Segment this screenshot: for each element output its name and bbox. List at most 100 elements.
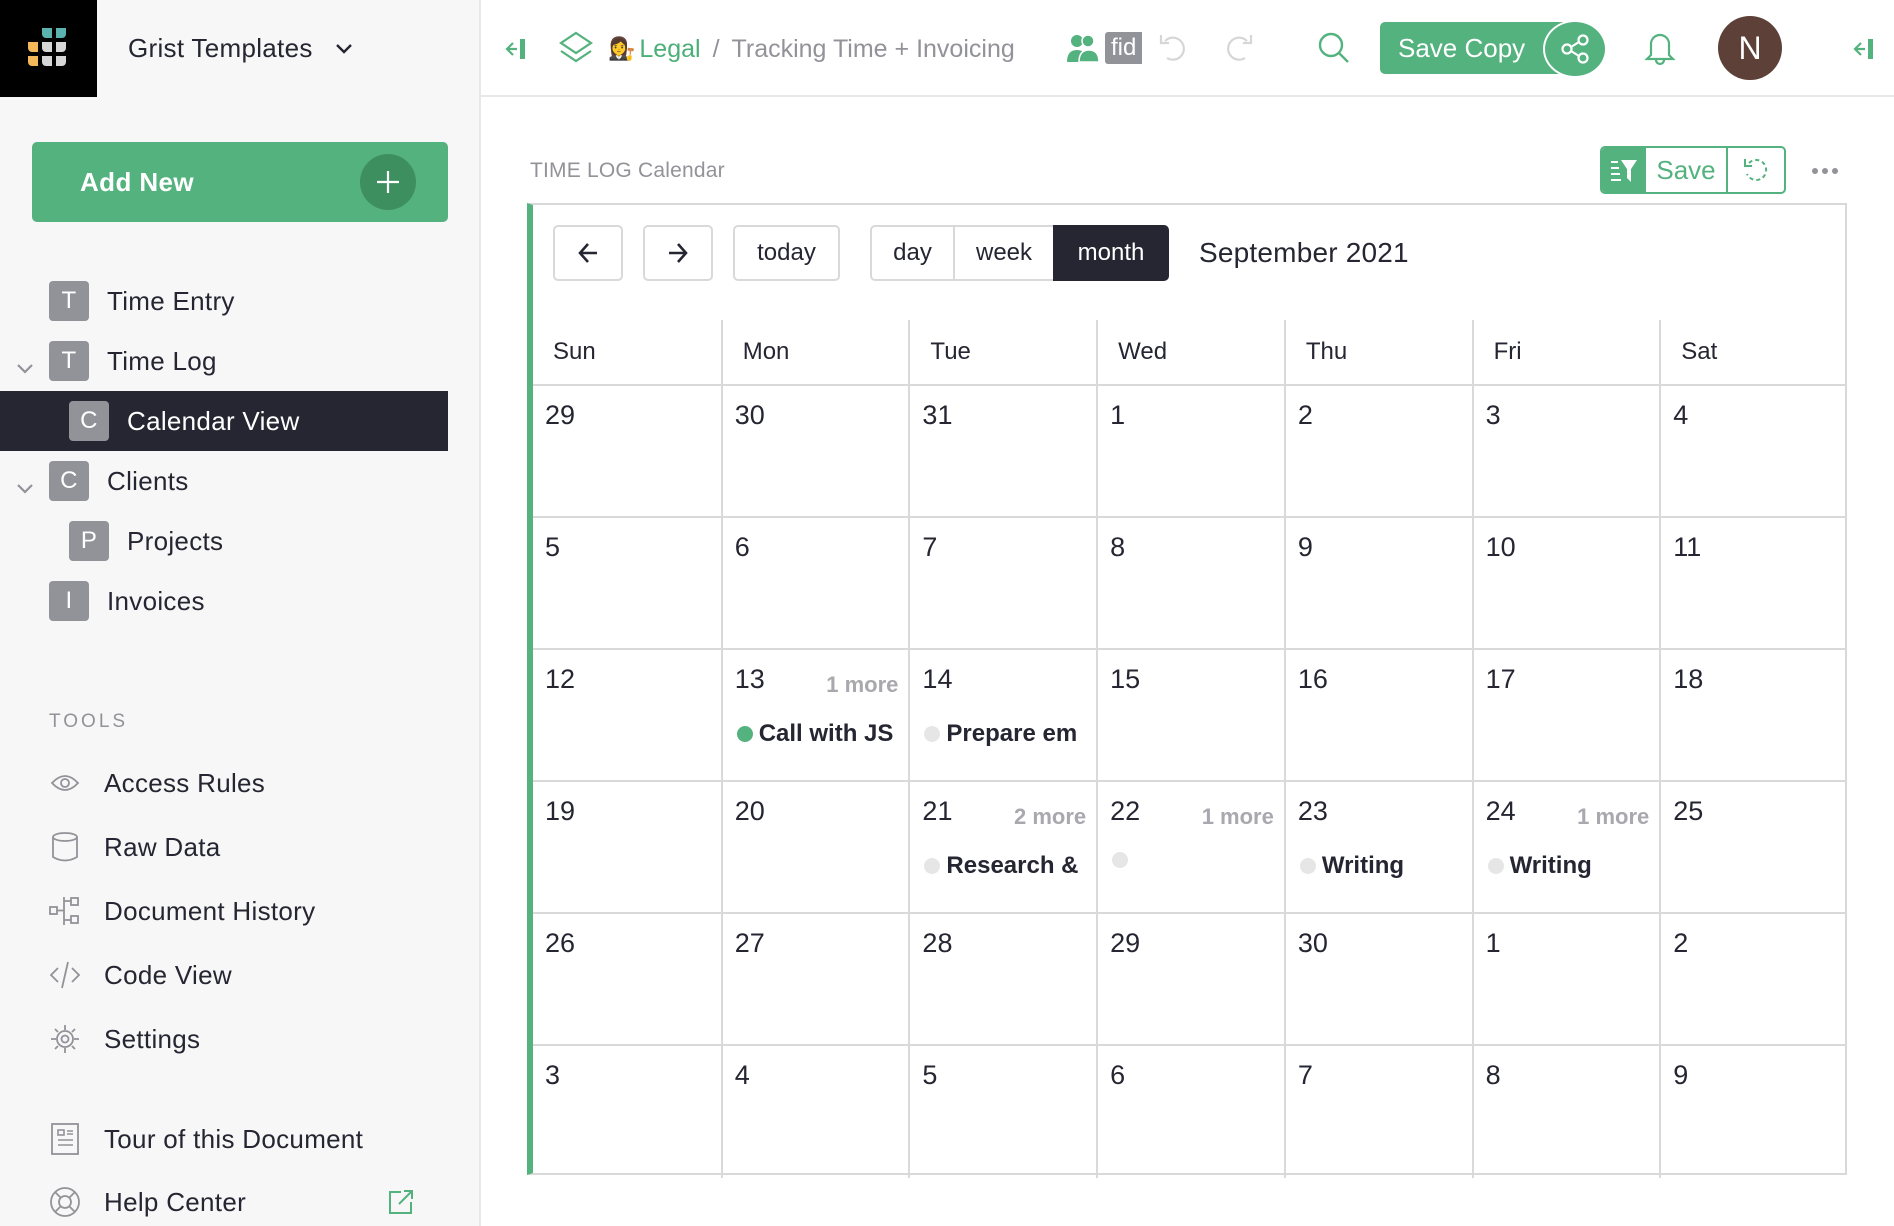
day-cell[interactable]: 7 — [1283, 1046, 1472, 1178]
day-number[interactable]: 6 — [735, 532, 750, 562]
page-clients[interactable]: C Clients — [0, 451, 448, 511]
day-number[interactable]: 5 — [545, 532, 560, 562]
day-number[interactable]: 4 — [1673, 400, 1688, 430]
day-number[interactable]: 3 — [545, 1060, 560, 1090]
day-number[interactable]: 2 — [1673, 928, 1688, 958]
day-number[interactable]: 22 — [1110, 796, 1140, 826]
day-number[interactable]: 18 — [1673, 664, 1703, 694]
day-cell[interactable]: 9 — [1659, 1046, 1847, 1178]
page-invoices[interactable]: I Invoices — [0, 571, 448, 631]
day-cell[interactable]: 25 — [1659, 782, 1847, 912]
page-time-log[interactable]: T Time Log — [0, 331, 448, 391]
day-cell[interactable]: 22 1 more — [1096, 782, 1284, 912]
layers-icon[interactable] — [558, 30, 594, 66]
tool-settings[interactable]: Settings — [48, 1017, 200, 1061]
collapse-right-panel-icon[interactable] — [1848, 34, 1878, 64]
day-cell[interactable]: 26 — [533, 914, 721, 1044]
day-cell[interactable]: 12 — [533, 650, 721, 780]
day-number[interactable]: 8 — [1110, 532, 1125, 562]
day-cell[interactable]: 6 — [1096, 1046, 1284, 1178]
day-cell[interactable]: 5 — [908, 1046, 1096, 1178]
view-week-button[interactable]: week — [953, 225, 1055, 281]
day-number[interactable]: 6 — [1110, 1060, 1125, 1090]
day-number[interactable]: 1 — [1486, 928, 1501, 958]
day-cell[interactable]: 3 — [1471, 386, 1660, 516]
day-cell[interactable]: 24 1 more Writing — [1471, 782, 1660, 912]
day-number[interactable]: 19 — [545, 796, 575, 826]
day-cell[interactable]: 30 — [720, 386, 909, 516]
more-options-icon[interactable] — [1810, 156, 1840, 186]
revert-button[interactable] — [1728, 148, 1784, 192]
day-cell[interactable]: 17 — [1471, 650, 1660, 780]
day-number[interactable]: 28 — [922, 928, 952, 958]
day-number[interactable]: 24 — [1486, 796, 1516, 826]
day-cell[interactable]: 19 — [533, 782, 721, 912]
day-number[interactable]: 1 — [1110, 400, 1125, 430]
day-number[interactable]: 29 — [545, 400, 575, 430]
day-cell[interactable]: 8 — [1096, 518, 1284, 648]
next-month-button[interactable] — [643, 225, 713, 281]
day-cell[interactable]: 11 — [1659, 518, 1847, 648]
day-cell[interactable]: 23 Writing — [1283, 782, 1472, 912]
chevron-down-icon[interactable] — [16, 471, 34, 502]
day-cell[interactable]: 5 — [533, 518, 721, 648]
day-cell[interactable]: 2 — [1283, 386, 1472, 516]
tool-access-rules[interactable]: Access Rules — [48, 761, 265, 805]
calendar-event[interactable]: Call with JS — [736, 720, 895, 748]
more-events-link[interactable]: 1 more — [1202, 804, 1274, 830]
day-cell[interactable]: 1 — [1471, 914, 1660, 1044]
day-number[interactable]: 13 — [735, 664, 765, 694]
day-cell[interactable]: 30 — [1283, 914, 1472, 1044]
sort-filter-button[interactable] — [1602, 148, 1646, 192]
more-events-link[interactable]: 1 more — [826, 672, 898, 698]
day-cell[interactable]: 29 — [533, 386, 721, 516]
day-cell[interactable]: 13 1 more Call with JS — [720, 650, 909, 780]
day-number[interactable]: 10 — [1486, 532, 1516, 562]
calendar-event[interactable]: Research & — [924, 852, 1082, 880]
day-cell[interactable]: 2 — [1659, 914, 1847, 1044]
prev-month-button[interactable] — [553, 225, 623, 281]
day-cell[interactable]: 28 — [908, 914, 1096, 1044]
day-cell[interactable]: 31 — [908, 386, 1096, 516]
day-number[interactable]: 14 — [922, 664, 952, 694]
calendar-event[interactable]: Writing — [1487, 852, 1646, 880]
day-number[interactable]: 15 — [1110, 664, 1140, 694]
day-cell[interactable]: 1 — [1096, 386, 1284, 516]
day-cell[interactable]: 4 — [1659, 386, 1847, 516]
tool-code-view[interactable]: Code View — [48, 953, 232, 997]
day-number[interactable]: 30 — [1298, 928, 1328, 958]
day-number[interactable]: 30 — [735, 400, 765, 430]
search-icon[interactable] — [1316, 30, 1352, 66]
page-projects[interactable]: P Projects — [0, 511, 448, 571]
day-cell[interactable]: 9 — [1283, 518, 1472, 648]
day-cell[interactable]: 4 — [720, 1046, 909, 1178]
day-cell[interactable]: 7 — [908, 518, 1096, 648]
widget-title[interactable]: TIME LOG Calendar — [530, 159, 725, 183]
day-cell[interactable]: 16 — [1283, 650, 1472, 780]
day-number[interactable]: 20 — [735, 796, 765, 826]
notifications-bell-icon[interactable] — [1642, 28, 1678, 68]
day-cell[interactable]: 21 2 more Research & — [908, 782, 1096, 912]
day-number[interactable]: 26 — [545, 928, 575, 958]
day-number[interactable]: 25 — [1673, 796, 1703, 826]
more-events-link[interactable]: 1 more — [1577, 804, 1649, 830]
day-number[interactable]: 8 — [1486, 1060, 1501, 1090]
help-center[interactable]: Help Center — [48, 1180, 246, 1224]
day-cell[interactable]: 14 Prepare em — [908, 650, 1096, 780]
day-number[interactable]: 23 — [1298, 796, 1328, 826]
tool-raw-data[interactable]: Raw Data — [48, 825, 221, 869]
grist-logo[interactable] — [0, 0, 97, 97]
day-number[interactable]: 4 — [735, 1060, 750, 1090]
day-number[interactable]: 9 — [1298, 532, 1313, 562]
day-cell[interactable]: 15 — [1096, 650, 1284, 780]
collapse-left-panel-icon[interactable] — [500, 34, 530, 64]
page-time-entry[interactable]: T Time Entry — [0, 271, 448, 331]
external-link-icon[interactable] — [386, 1187, 416, 1217]
day-number[interactable]: 9 — [1673, 1060, 1688, 1090]
day-cell[interactable]: 29 — [1096, 914, 1284, 1044]
tour-of-document[interactable]: Tour of this Document — [48, 1117, 363, 1161]
more-events-link[interactable]: 2 more — [1014, 804, 1086, 830]
calendar-event[interactable] — [1112, 852, 1270, 868]
today-button[interactable]: today — [733, 225, 840, 281]
redo-icon[interactable] — [1220, 30, 1256, 66]
